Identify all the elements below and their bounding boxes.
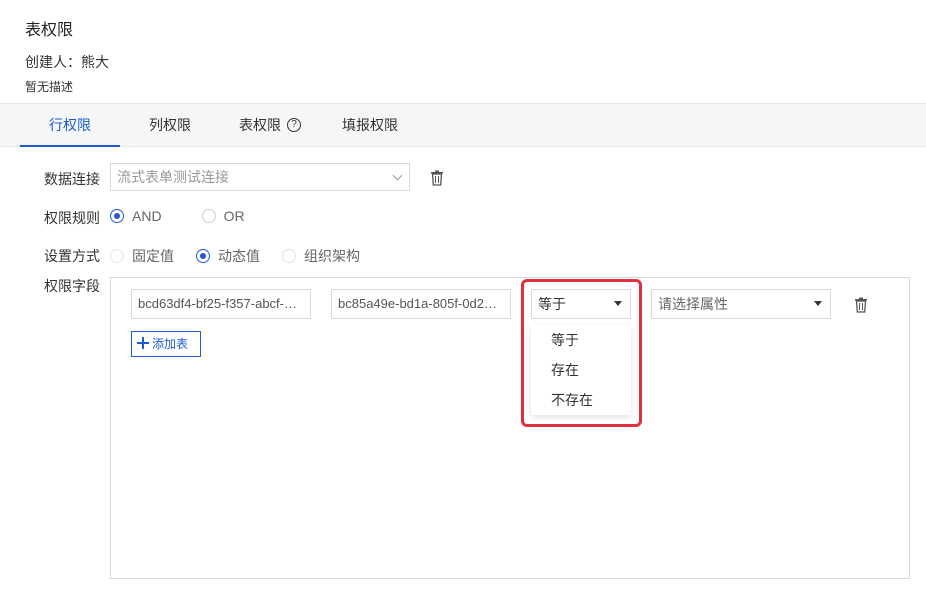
tab-row-permission[interactable]: 行权限 (20, 104, 120, 147)
attribute-placeholder: 请选择属性 (658, 296, 728, 312)
tab-fill-permission[interactable]: 填报权限 (330, 104, 410, 146)
caret-down-icon (814, 301, 822, 306)
creator-text: 创建人：熊大 (25, 54, 109, 70)
radio-and-dot (110, 209, 124, 223)
operator-select[interactable]: 等于 (531, 289, 631, 319)
radio-and[interactable]: AND (110, 208, 162, 224)
radio-org-dot (282, 249, 296, 263)
data-connection-label: 数据连接 (44, 171, 100, 187)
operator-option-not-exists[interactable]: 不存在 (531, 385, 631, 415)
operator-dropdown-menu: 等于 存在 不存在 (531, 325, 631, 415)
operator-option-exists[interactable]: 存在 (531, 355, 631, 385)
permission-fields-box (110, 277, 910, 579)
radio-fixed-value[interactable]: 固定值 (110, 246, 174, 266)
fields-label: 权限字段 (44, 278, 100, 294)
description-text: 暂无描述 (25, 80, 74, 94)
radio-fixed-dot (110, 249, 124, 263)
mode-radio-group: 固定值 动态值 组织架构 (110, 246, 382, 266)
help-icon[interactable]: ? (287, 118, 301, 133)
trash-icon[interactable] (430, 170, 444, 186)
mode-label: 设置方式 (44, 248, 100, 264)
tab-bar: 行权限 列权限 表权限? 填报权限 (0, 103, 926, 147)
table-input[interactable]: bcd63df4-bf25-f357-abcf-… (131, 289, 311, 319)
plus-icon (137, 337, 149, 349)
radio-org-structure[interactable]: 组织架构 (282, 246, 360, 266)
chevron-down-icon (392, 170, 403, 181)
add-table-button[interactable]: 添加表 (131, 331, 201, 357)
tab-table-permission[interactable]: 表权限? (230, 104, 310, 146)
operator-option-equals[interactable]: 等于 (531, 325, 631, 355)
radio-fixed-label: 固定值 (132, 248, 174, 264)
tab-column-permission[interactable]: 列权限 (130, 104, 210, 146)
radio-dynamic-label: 动态值 (218, 248, 260, 264)
radio-or-label: OR (223, 208, 245, 224)
rule-radio-group: AND OR (110, 208, 267, 224)
operator-value: 等于 (538, 296, 566, 312)
column-input[interactable]: bc85a49e-bd1a-805f-0d2… (331, 289, 511, 319)
radio-or[interactable]: OR (201, 208, 245, 224)
rule-label: 权限规则 (44, 210, 100, 226)
attribute-select[interactable]: 请选择属性 (651, 289, 831, 319)
trash-icon[interactable] (854, 297, 868, 313)
radio-org-label: 组织架构 (304, 248, 360, 264)
caret-down-icon (614, 301, 622, 306)
radio-dynamic-value[interactable]: 动态值 (196, 246, 260, 266)
radio-and-label: AND (132, 208, 162, 224)
data-connection-value: 流式表单测试连接 (117, 169, 229, 185)
radio-or-dot (201, 209, 216, 223)
add-table-label: 添加表 (152, 337, 189, 351)
tab-table-permission-label: 表权限 (239, 117, 281, 133)
data-connection-select[interactable]: 流式表单测试连接 (110, 163, 410, 191)
page-title: 表权限 (25, 22, 74, 39)
radio-dynamic-dot (196, 249, 210, 263)
